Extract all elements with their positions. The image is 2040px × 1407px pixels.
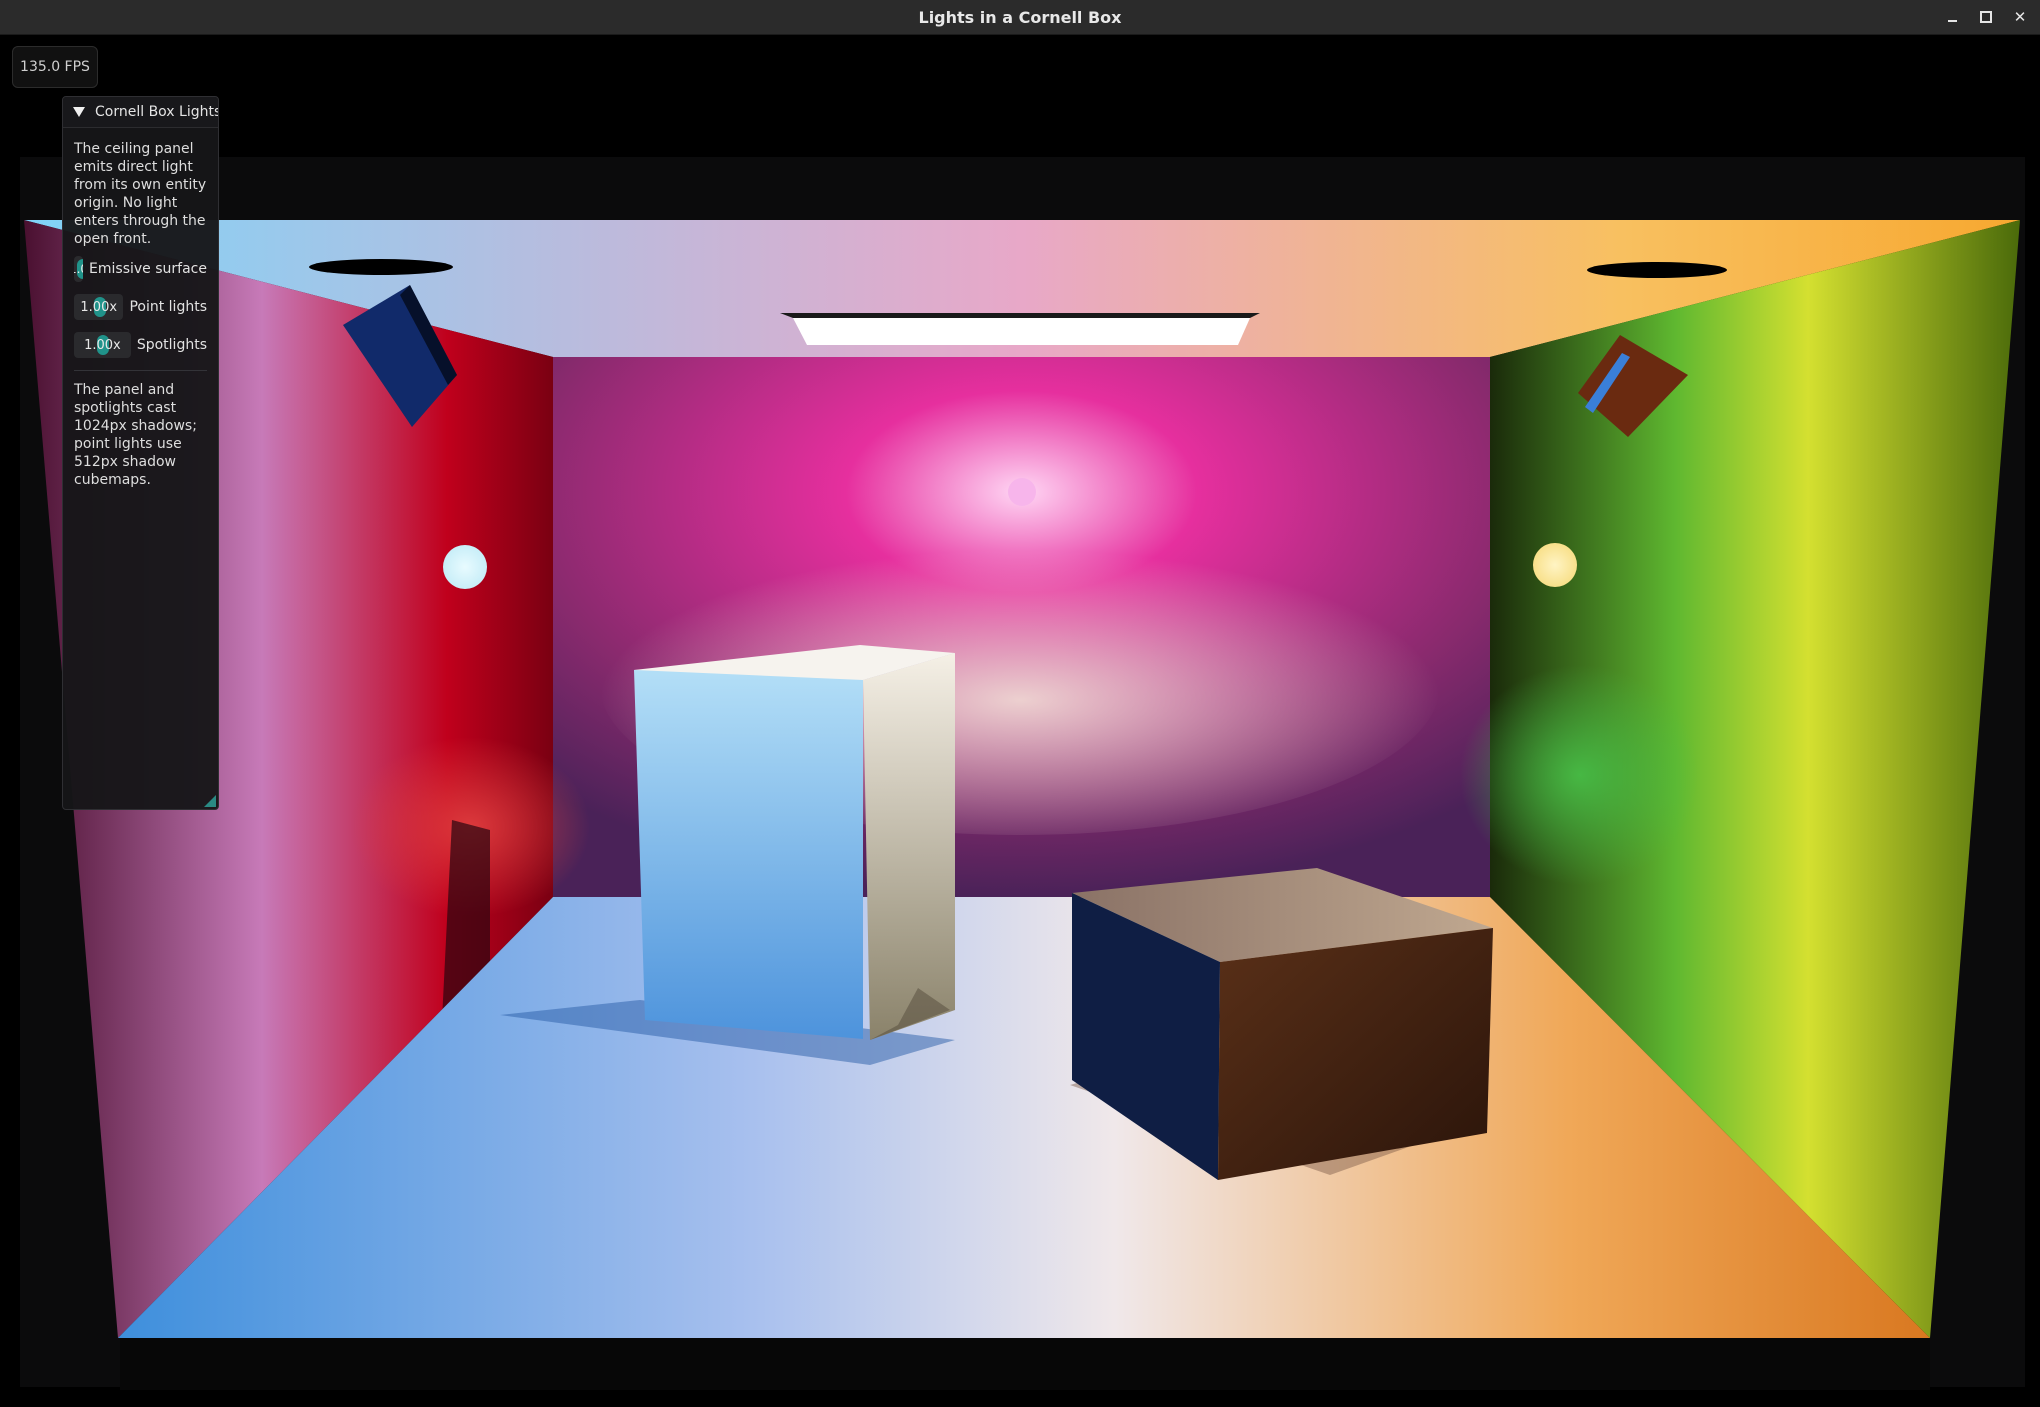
point-light-center	[1008, 478, 1036, 506]
render-viewport[interactable]	[0, 35, 2040, 1407]
spotlights-row: 1.00x Spotlights	[74, 332, 207, 358]
app-window: Lights in a Cornell Box ✕ 135.0 FPS Corn…	[0, 0, 2040, 1407]
panel-intro: The ceiling panel emits direct light fro…	[74, 141, 207, 247]
ceiling-panel-light	[793, 318, 1250, 345]
emissive-label: Emissive surface	[89, 261, 207, 277]
point-lights-value: 1.00x	[80, 299, 118, 315]
panel-body: The ceiling panel emits direct light fro…	[63, 128, 218, 505]
point-light-left	[443, 545, 487, 589]
collapse-triangle-icon[interactable]	[73, 107, 85, 117]
point-light-right	[1533, 543, 1577, 587]
tall-box-side	[863, 653, 955, 1040]
point-lights-label: Point lights	[129, 299, 207, 315]
left-spotlight-mount	[309, 259, 453, 275]
maximize-icon	[1980, 11, 1992, 23]
close-icon: ✕	[2013, 8, 2027, 26]
fps-counter: 135.0 FPS	[12, 46, 98, 88]
right-spotlight-mount	[1587, 262, 1727, 278]
minimize-icon	[1947, 20, 1957, 22]
panel-resize-grip[interactable]	[204, 795, 216, 807]
minimize-button[interactable]	[1942, 7, 1962, 27]
window-controls: ✕	[1942, 0, 2030, 34]
spotlights-slider[interactable]: 1.00x	[74, 332, 131, 358]
title-bar[interactable]: Lights in a Cornell Box ✕	[0, 0, 2040, 35]
maximize-button[interactable]	[1976, 7, 1996, 27]
emissive-value: 1.0	[74, 262, 83, 276]
spotlights-value: 1.00x	[84, 337, 121, 353]
close-button[interactable]: ✕	[2010, 7, 2030, 27]
panel-footer: The panel and spotlights cast 1024px sha…	[74, 382, 197, 488]
window-title: Lights in a Cornell Box	[918, 7, 1122, 27]
lights-panel: Cornell Box Lights The ceiling panel emi…	[62, 96, 219, 810]
spotlights-label: Spotlights	[136, 337, 207, 353]
panel-header[interactable]: Cornell Box Lights	[63, 97, 218, 128]
ceiling-panel-edge	[780, 313, 1260, 318]
point-lights-slider[interactable]: 1.00x	[74, 294, 124, 320]
right-wall-spot	[1460, 665, 1700, 885]
emissive-slider[interactable]: 1.0	[74, 256, 84, 282]
panel-title: Cornell Box Lights	[95, 104, 219, 120]
emissive-row: 1.0 Emissive surface	[74, 256, 207, 282]
cornell-box-scene	[20, 157, 2025, 1390]
panel-divider	[74, 370, 207, 371]
point-lights-row: 1.00x Point lights	[74, 294, 207, 320]
